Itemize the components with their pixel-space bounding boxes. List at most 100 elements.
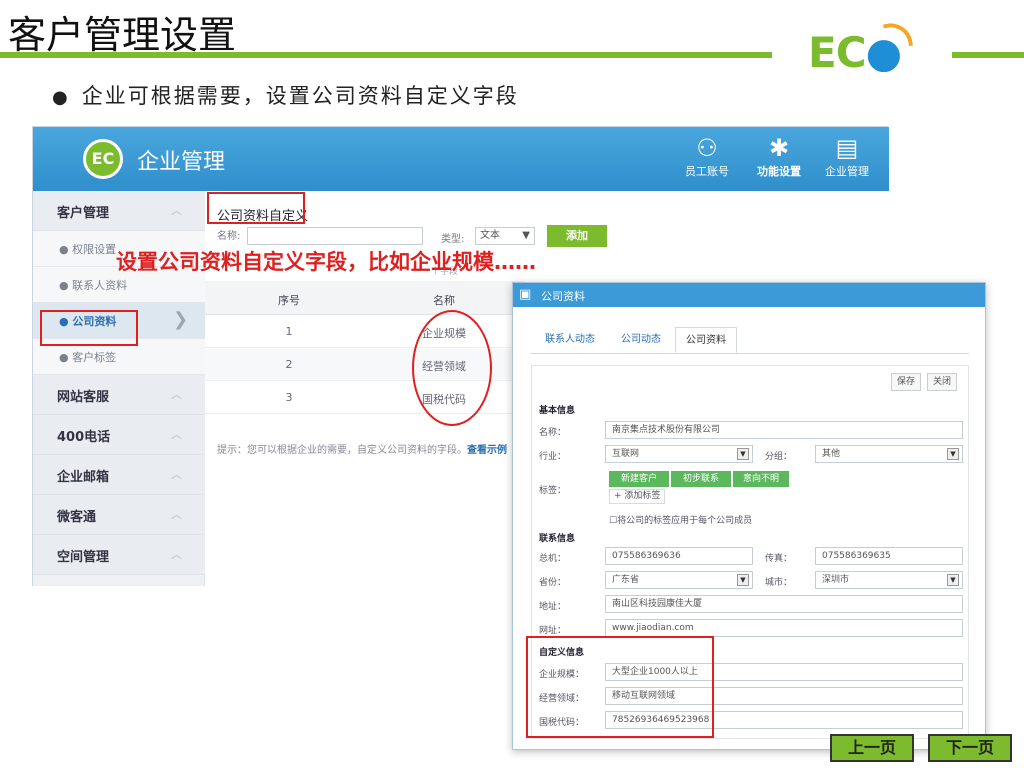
chevron-up-icon: ︿ (171, 204, 182, 217)
tab-divider (531, 353, 969, 354)
highlight-field-names (412, 310, 492, 426)
province-label: 省份： (539, 578, 567, 588)
view-example-link[interactable]: 查看示例 (467, 445, 507, 456)
tab-company-activity[interactable]: 公司动态 (611, 327, 671, 353)
industry-select[interactable]: 互联网 ▼ (605, 445, 753, 463)
dropdown-arrow-icon: ▼ (522, 230, 530, 241)
title-underline (0, 52, 772, 58)
group-label: 分组： (765, 452, 793, 462)
website-label: 网址： (539, 626, 567, 636)
sidebar-group-label: 企业邮箱 (57, 470, 110, 485)
group-value: 其他 (822, 449, 841, 459)
sidebar-group-weiketong[interactable]: 微客通 ︿ (33, 495, 205, 535)
sidebar-group-space[interactable]: 空间管理 ︿ (33, 535, 205, 575)
tag-new-customer[interactable]: 新建客户 (609, 471, 669, 487)
tab-contact-activity[interactable]: 联系人动态 (535, 327, 605, 353)
dialog-header: ▣ 公司资料 (513, 283, 985, 307)
bullet-text: 企业可根据需要，设置公司资料自定义字段 (81, 84, 519, 108)
sidebar-item-label: ● 客户标签 (59, 351, 117, 364)
chevron-right-icon: ❯ (173, 309, 189, 330)
sidebar-group-label: 空间管理 (57, 550, 110, 565)
checkbox-icon: ☐ (609, 516, 618, 526)
field-name-input[interactable] (247, 227, 423, 245)
sidebar-group-400-phone[interactable]: 400电话 ︿ (33, 415, 205, 455)
tag-initial-contact[interactable]: 初步联系 (671, 471, 731, 487)
bullet-dot: ● (52, 87, 70, 108)
sidebar-group-label: 400电话 (57, 430, 111, 445)
users-icon: ⚇ (696, 134, 718, 162)
dropdown-arrow-icon: ▼ (737, 448, 749, 460)
ledger-icon: ▤ (835, 134, 859, 162)
nav-function-settings[interactable]: ✱ 功能设置 (745, 133, 813, 185)
sidebar-group-customer[interactable]: 客户管理 ︿ (33, 191, 205, 231)
chevron-up-icon: ︿ (171, 468, 182, 481)
section-basic-info: 基本信息 (539, 406, 576, 416)
sidebar-group-label: 客户管理 (57, 206, 110, 221)
type-select[interactable]: 文本 ▼ (475, 227, 535, 245)
app-logo: EC (83, 139, 123, 179)
sidebar-group-enterprise-mail[interactable]: 企业邮箱 ︿ (33, 455, 205, 495)
industry-value: 互联网 (612, 449, 640, 459)
nav-label: 企业管理 (825, 165, 869, 178)
city-label: 城市： (765, 578, 793, 588)
nav-staff-accounts[interactable]: ⚇ 员工账号 (673, 133, 741, 185)
dropdown-arrow-icon: ▼ (947, 448, 959, 460)
eco-logo-wave (882, 19, 914, 51)
add-tag-button[interactable]: + 添加标签 (609, 489, 666, 504)
section-contact-info: 联系信息 (539, 534, 576, 544)
sidebar-item-label: ● 联系人资料 (59, 279, 128, 292)
city-select[interactable]: 深圳市 ▼ (815, 571, 963, 589)
slide-title: 客户管理设置 (8, 13, 237, 57)
sidebar-group-web-service[interactable]: 网站客服 ︿ (33, 375, 205, 415)
sidebar-group-label: 网站客服 (57, 390, 110, 405)
name-label: 名称： (539, 428, 567, 438)
tab-company-profile[interactable]: 公司资料 (675, 327, 737, 353)
group-select[interactable]: 其他 ▼ (815, 445, 963, 463)
column-header: 名称 (433, 294, 455, 307)
annotation-text: 设置公司资料自定义字段，比如企业规模…… (116, 250, 536, 274)
add-field-button[interactable]: 添加 (547, 225, 607, 247)
city-value: 深圳市 (822, 575, 850, 585)
table-header: 序号 名称 (205, 281, 525, 315)
nav-enterprise-management[interactable]: ▤ 企业管理 (813, 133, 881, 185)
phone-field[interactable]: 075586369636 (605, 547, 753, 565)
highlight-custom-info (526, 636, 714, 738)
name-label: 名称: (217, 231, 241, 242)
tip-text: 提示：您可以根据企业的需要，自定义公司资料的字段。查看示例 (217, 441, 507, 456)
dropdown-arrow-icon: ▼ (737, 574, 749, 586)
chevron-up-icon: ︿ (171, 388, 182, 401)
chevron-up-icon: ︿ (171, 508, 182, 521)
website-field[interactable]: www.jiaodian.com (605, 619, 963, 637)
slide: { "slide": { "title": "客户管理设置", "logo_te… (0, 0, 1024, 768)
table-cell: 3 (285, 391, 293, 404)
apply-tags-checkbox[interactable]: ☐将公司的标签应用于每个公司成员 (609, 513, 752, 526)
dialog-title: 公司资料 (541, 290, 585, 303)
dropdown-arrow-icon: ▼ (947, 574, 959, 586)
save-button[interactable]: 保存 (891, 373, 921, 391)
tags-label: 标签： (539, 486, 567, 496)
table-cell: 1 (285, 325, 293, 338)
sidebar-item-label: ● 权限设置 (59, 243, 117, 256)
next-page-button[interactable]: 下一页 (928, 734, 1012, 762)
nav-label: 功能设置 (757, 165, 801, 178)
type-select-value: 文本 (480, 230, 500, 241)
tip-message: 提示：您可以根据企业的需要，自定义公司资料的字段。 (217, 445, 467, 456)
province-select[interactable]: 广东省 ▼ (605, 571, 753, 589)
fax-field[interactable]: 075586369635 (815, 547, 963, 565)
app-header: EC 企业管理 ⚇ 员工账号 ✱ 功能设置 ▤ 企业管理 (33, 127, 889, 191)
tag-intent-unclear[interactable]: 意向不明 (733, 471, 789, 487)
column-header: 序号 (278, 294, 300, 307)
highlight-content-title (207, 192, 305, 224)
table-cell: 2 (285, 358, 293, 371)
fax-label: 传真： (765, 554, 793, 564)
close-button[interactable]: 关闭 (927, 373, 957, 391)
nav-label: 员工账号 (685, 165, 729, 178)
highlight-company-profile (40, 310, 138, 346)
address-field[interactable]: 南山区科技园康佳大厦 (605, 595, 963, 613)
company-name-field[interactable]: 南京集点技术股份有限公司 (605, 421, 963, 439)
app-title: 企业管理 (137, 150, 226, 175)
prev-page-button[interactable]: 上一页 (830, 734, 914, 762)
apply-tags-label: 将公司的标签应用于每个公司成员 (617, 516, 753, 526)
chevron-up-icon: ︿ (171, 428, 182, 441)
sidebar-group-label: 微客通 (57, 510, 97, 525)
